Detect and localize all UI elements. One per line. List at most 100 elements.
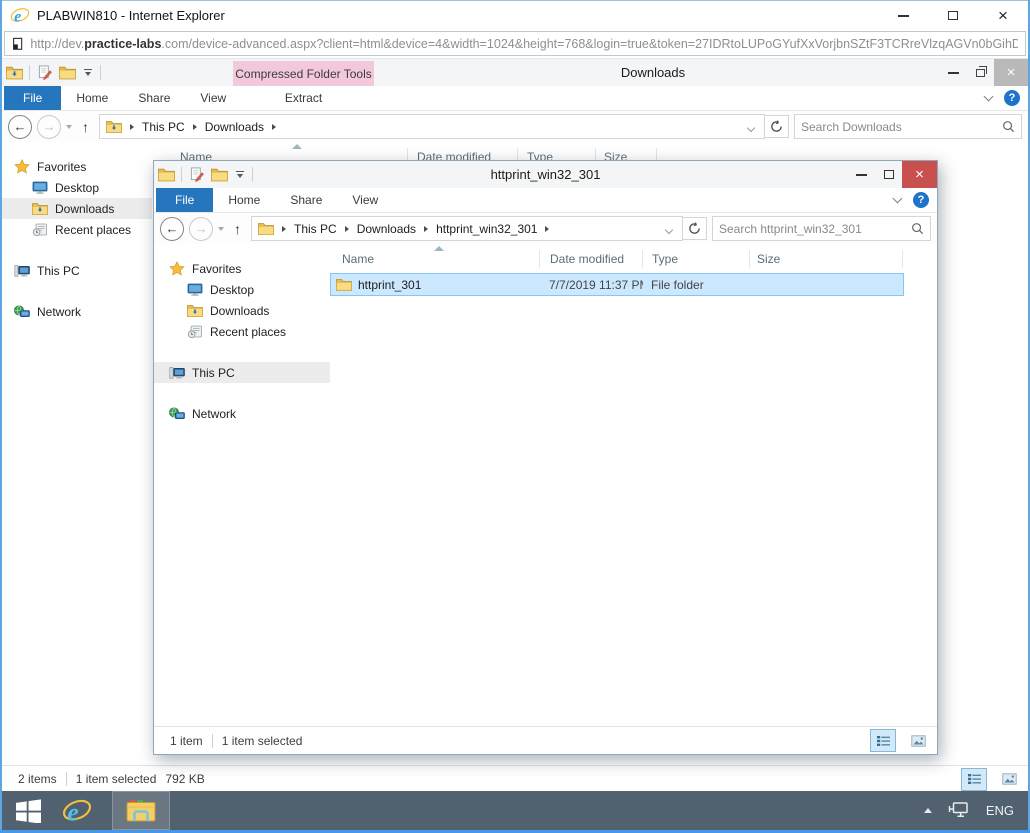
- sidebar-item-network[interactable]: Network: [154, 403, 330, 424]
- icons-view-button[interactable]: [996, 768, 1022, 791]
- qat-new-folder-icon[interactable]: [211, 167, 228, 182]
- start-button[interactable]: [2, 791, 54, 830]
- qat-downloads-folder-icon[interactable]: [6, 65, 23, 80]
- browser-minimize-button[interactable]: [878, 1, 928, 30]
- show-hidden-icons-icon[interactable]: [924, 808, 932, 813]
- tab-view[interactable]: View: [337, 188, 393, 212]
- quick-access-toolbar: [6, 59, 101, 86]
- column-type[interactable]: Type: [642, 250, 749, 268]
- sidebar-item-favorites[interactable]: Favorites: [2, 156, 152, 177]
- qat-customize-icon[interactable]: [234, 169, 246, 181]
- sidebar-label: Favorites: [192, 262, 241, 276]
- file-row-httprint-301[interactable]: httprint_301 7/7/2019 11:37 PM File fold…: [330, 273, 904, 296]
- sidebar-item-recent-places[interactable]: Recent places: [154, 321, 330, 342]
- tab-file[interactable]: File: [156, 188, 213, 212]
- breadcrumb-httprint[interactable]: httprint_win32_301: [436, 222, 537, 236]
- network-status-icon[interactable]: [948, 801, 970, 821]
- forward-button[interactable]: →: [37, 115, 61, 139]
- search-icon: [1002, 120, 1015, 133]
- taskbar-internet-explorer[interactable]: e: [54, 791, 100, 830]
- address-dropdown-icon[interactable]: [662, 222, 676, 236]
- forward-button[interactable]: →: [189, 217, 213, 241]
- address-bar[interactable]: This PC Downloads: [99, 114, 765, 139]
- qat-customize-icon[interactable]: [82, 67, 94, 79]
- column-name[interactable]: Name: [330, 250, 539, 268]
- close-button[interactable]: ×: [902, 161, 937, 188]
- contextual-tab-compressed-folder-tools[interactable]: Compressed Folder Tools: [233, 61, 374, 86]
- sidebar-item-downloads[interactable]: Downloads: [2, 198, 152, 219]
- search-box[interactable]: [712, 216, 931, 241]
- back-button[interactable]: ←: [8, 115, 32, 139]
- restore-button[interactable]: [967, 59, 994, 86]
- breadcrumb-separator-icon: [130, 124, 134, 130]
- back-button[interactable]: ←: [160, 217, 184, 241]
- qat-properties-icon[interactable]: [188, 167, 205, 182]
- search-input[interactable]: [801, 120, 1002, 134]
- breadcrumb-this-pc[interactable]: This PC: [142, 120, 185, 134]
- address-dropdown-icon[interactable]: [744, 120, 758, 134]
- language-indicator[interactable]: ENG: [986, 803, 1014, 818]
- breadcrumb-downloads[interactable]: Downloads: [205, 120, 264, 134]
- sidebar-item-downloads[interactable]: Downloads: [154, 300, 330, 321]
- close-button[interactable]: ×: [994, 59, 1028, 86]
- tab-home[interactable]: Home: [213, 188, 275, 212]
- sidebar-item-desktop[interactable]: Desktop: [2, 177, 152, 198]
- recent-locations-icon[interactable]: [218, 227, 224, 231]
- sidebar-label: Desktop: [55, 181, 99, 195]
- sidebar-item-desktop[interactable]: Desktop: [154, 279, 330, 300]
- favorites-star-icon: [169, 261, 185, 276]
- up-button[interactable]: ↑: [229, 221, 246, 237]
- search-input[interactable]: [719, 222, 911, 236]
- icons-view-button[interactable]: [905, 729, 931, 752]
- window-title: httprint_win32_301: [274, 161, 817, 188]
- browser-close-button[interactable]: ×: [978, 1, 1028, 30]
- separator: [212, 734, 213, 748]
- details-view-button[interactable]: [870, 729, 896, 752]
- sidebar-item-this-pc[interactable]: This PC: [2, 260, 152, 281]
- refresh-button[interactable]: [765, 115, 789, 138]
- sort-ascending-icon: [434, 246, 444, 251]
- recent-locations-icon[interactable]: [66, 125, 72, 129]
- ribbon-expand-icon[interactable]: [984, 92, 994, 102]
- refresh-icon: [688, 222, 701, 235]
- refresh-button[interactable]: [683, 217, 707, 240]
- tab-share[interactable]: Share: [123, 86, 185, 110]
- help-icon[interactable]: ?: [913, 192, 929, 208]
- tab-home[interactable]: Home: [61, 86, 123, 110]
- sidebar-item-favorites[interactable]: Favorites: [154, 258, 330, 279]
- desktop-icon: [32, 181, 48, 194]
- tab-file[interactable]: File: [4, 86, 61, 110]
- maximize-button[interactable]: [875, 161, 902, 188]
- browser-window-controls: ×: [878, 1, 1028, 30]
- help-icon[interactable]: ?: [1004, 90, 1020, 106]
- qat-folder-icon[interactable]: [158, 167, 175, 182]
- tab-share[interactable]: Share: [275, 188, 337, 212]
- minimize-button[interactable]: [848, 161, 875, 188]
- up-button[interactable]: ↑: [77, 119, 94, 135]
- sidebar-label: Favorites: [37, 160, 86, 174]
- breadcrumb-downloads[interactable]: Downloads: [357, 222, 416, 236]
- httprint-explorer-window: httprint_win32_301 × File Home Share Vie…: [153, 160, 938, 755]
- tab-extract[interactable]: Extract: [233, 86, 374, 110]
- address-bar[interactable]: This PC Downloads httprint_win32_301: [251, 216, 683, 241]
- search-box[interactable]: [794, 114, 1022, 139]
- sidebar-label: Recent places: [210, 325, 286, 339]
- breadcrumb-this-pc[interactable]: This PC: [294, 222, 337, 236]
- sidebar-item-this-pc[interactable]: This PC: [154, 362, 330, 383]
- minimize-button[interactable]: [940, 59, 967, 86]
- qat-properties-icon[interactable]: [36, 65, 53, 80]
- ribbon-expand-icon[interactable]: [893, 194, 903, 204]
- sidebar-item-recent-places[interactable]: Recent places: [2, 219, 152, 240]
- sidebar-item-network[interactable]: Network: [2, 301, 152, 322]
- column-size[interactable]: Size: [749, 250, 903, 268]
- breadcrumb-separator-icon: [545, 226, 549, 232]
- taskbar-file-explorer[interactable]: [112, 791, 170, 830]
- network-monitor-icon: [948, 801, 970, 818]
- url-input[interactable]: http://dev.practice-labs.com/device-adva…: [4, 31, 1026, 56]
- ribbon-right-controls: ?: [894, 188, 929, 212]
- window-border-top: [0, 0, 1030, 1]
- details-view-button[interactable]: [961, 768, 987, 791]
- qat-new-folder-icon[interactable]: [59, 65, 76, 80]
- browser-maximize-button[interactable]: [928, 1, 978, 30]
- column-date-modified[interactable]: Date modified: [539, 250, 642, 268]
